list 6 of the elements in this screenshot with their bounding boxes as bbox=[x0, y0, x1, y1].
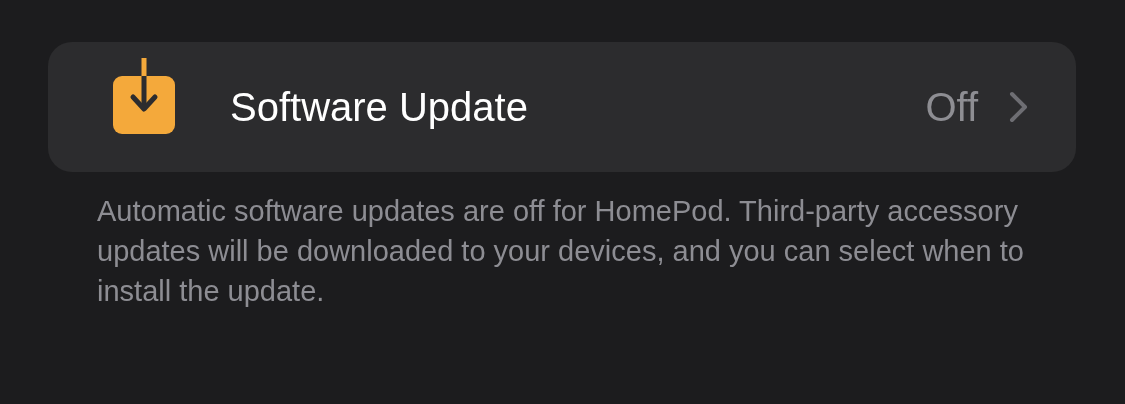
download-icon bbox=[112, 58, 176, 136]
footer-text: Automatic software updates are off for HomePod. Third-party accessory updates will be downloaded to your devices, and you can select when to install the update. bbox=[97, 194, 1025, 309]
software-update-row[interactable]: Software Update Off bbox=[48, 42, 1076, 172]
row-title: Software Update bbox=[230, 84, 529, 130]
row-value: Off bbox=[925, 84, 978, 130]
chevron-icon bbox=[1008, 90, 1030, 124]
